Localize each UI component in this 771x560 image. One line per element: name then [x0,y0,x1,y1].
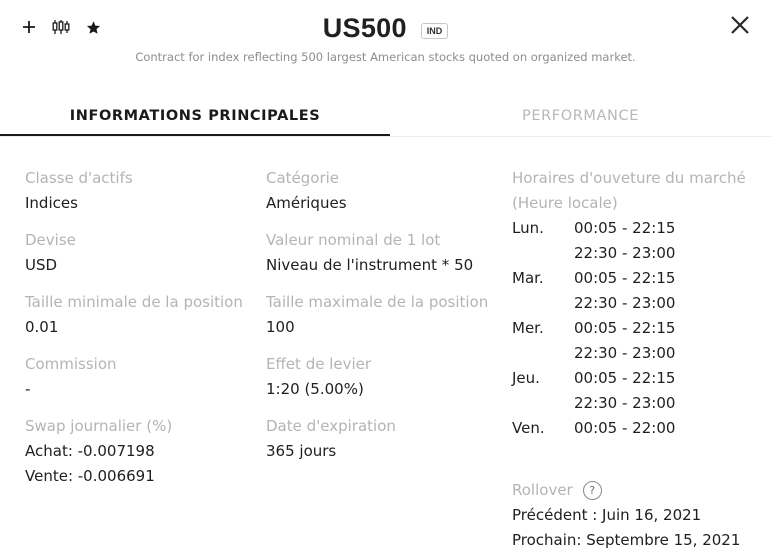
info-column-1: Classe d'actifs Indices Devise USD Taill… [25,166,245,489]
tab-performance[interactable]: PERFORMANCE [390,100,771,136]
commission-value: - [25,380,31,398]
category-value: Amériques [266,194,347,212]
swap-buy-value: Achat: -0.007198 [25,442,155,460]
max-size-label: Taille maximale de la position [266,293,489,311]
schedule-slot: 00:05 - 22:15 [574,219,676,237]
expiry-value: 365 jours [266,442,337,460]
leverage-value: 1:20 (5.00%) [266,380,364,398]
schedule-slot: 00:05 - 22:15 [574,369,676,387]
schedule-day: Ven. [512,419,545,437]
rollover-label: Rollover [512,481,573,499]
schedule-slot: 00:05 - 22:15 [574,269,676,287]
max-size-value: 100 [266,318,295,336]
min-size-label: Taille minimale de la position [25,293,243,311]
instrument-title: US500 [322,13,407,43]
close-icon[interactable] [729,14,751,36]
lot-value-value: Niveau de l'instrument * 50 [266,256,474,274]
swap-label: Swap journalier (%) [25,417,173,435]
swap-sell-value: Vente: -0.006691 [25,467,155,485]
schedule-slot: 00:05 - 22:00 [574,419,676,437]
title-area: US500 IND [0,13,771,44]
currency-value: USD [25,256,58,274]
instrument-description: Contract for index reflecting 500 larges… [135,50,636,64]
market-hours-schedule: Lun. 00:05 - 22:15 22:30 - 23:00 Mar. 00… [512,216,762,441]
info-column-3: Horaires d'ouveture du marché (Heure loc… [512,166,762,553]
lot-value-label: Valeur nominal de 1 lot [266,231,441,249]
schedule-slot: 22:30 - 23:00 [574,394,676,412]
leverage-label: Effet de levier [266,355,372,373]
schedule-slot: 00:05 - 22:15 [574,319,676,337]
currency-label: Devise [25,231,76,249]
asset-class-label: Classe d'actifs [25,169,133,187]
schedule-slot: 22:30 - 23:00 [574,344,676,362]
schedule-slot: 22:30 - 23:00 [574,244,676,262]
market-hours-label: Horaires d'ouveture du marché (Heure loc… [512,169,746,212]
schedule-day: Mar. [512,269,544,287]
instrument-type-badge: IND [420,22,449,39]
asset-class-value: Indices [25,194,78,212]
schedule-day: Jeu. [512,369,540,387]
schedule-day: Mer. [512,319,544,337]
expiry-label: Date d'expiration [266,417,396,435]
rollover-label-row: Rollover ? [512,478,762,503]
schedule-slot: 22:30 - 23:00 [574,294,676,312]
rollover-next: Prochain: Septembre 15, 2021 [512,531,741,549]
tab-bar: INFORMATIONS PRINCIPALES PERFORMANCE [0,100,771,137]
min-size-value: 0.01 [25,318,59,336]
rollover-previous: Précédent : Juin 16, 2021 [512,506,702,524]
info-column-2: Catégorie Amériques Valeur nominal de 1 … [266,166,496,476]
help-icon[interactable]: ? [582,481,602,500]
commission-label: Commission [25,355,117,373]
tab-main-info[interactable]: INFORMATIONS PRINCIPALES [0,100,390,136]
category-label: Catégorie [266,169,340,187]
schedule-day: Lun. [512,219,544,237]
